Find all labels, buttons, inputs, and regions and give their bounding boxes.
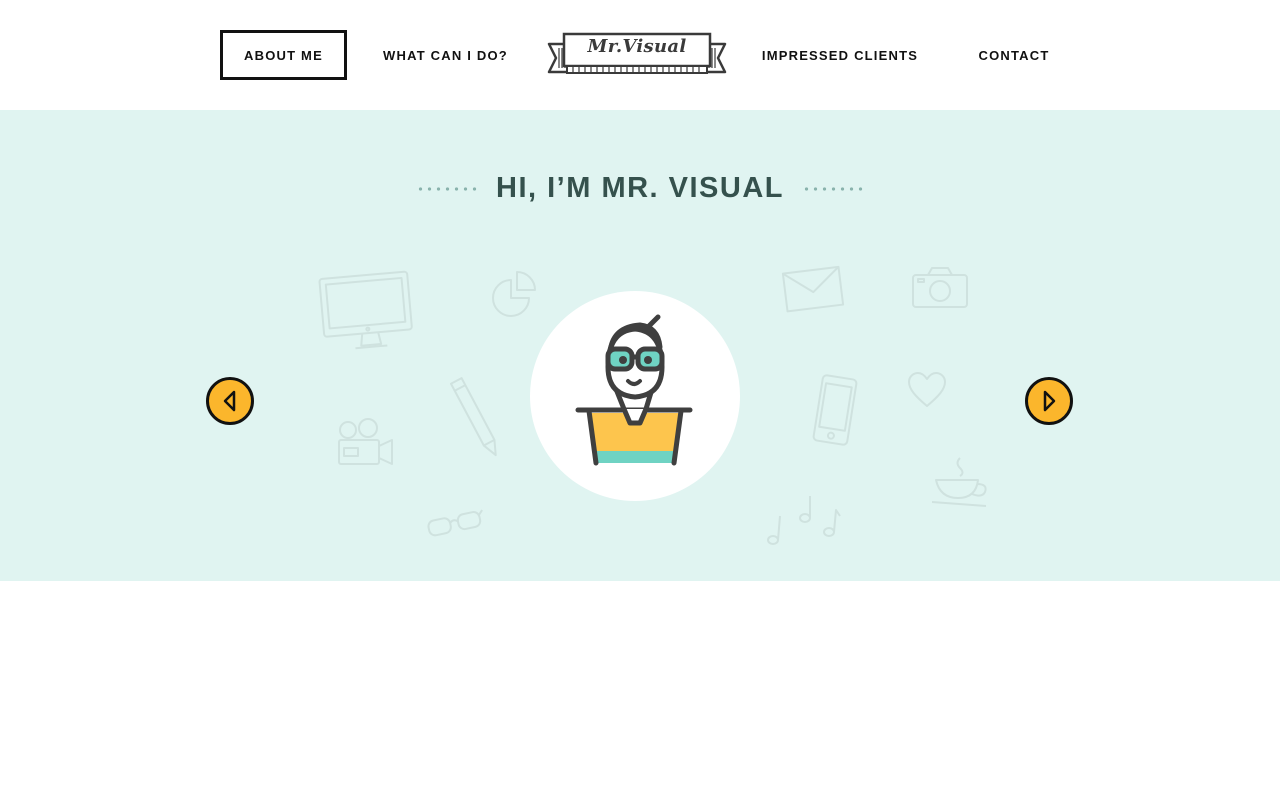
page-content-area [0, 581, 1280, 800]
coffee-cup-icon [928, 454, 992, 510]
nerd-avatar-icon [575, 314, 693, 466]
camera-icon [910, 265, 970, 311]
music-notes-icon [764, 494, 846, 550]
smartphone-icon [806, 372, 864, 448]
envelope-icon [781, 262, 847, 316]
nav-contact[interactable]: CONTACT [960, 30, 1068, 80]
monitor-icon [318, 265, 418, 351]
nav-what-can-i-do[interactable]: WHAT CAN I DO? [368, 30, 523, 80]
dotted-divider-left [416, 186, 478, 191]
dotted-divider-right [802, 186, 864, 191]
chevron-left-icon [223, 390, 236, 412]
video-camera-icon [334, 416, 396, 468]
hero-title: HI, I’M MR. VISUAL [496, 172, 784, 204]
avatar [530, 291, 740, 501]
pencil-icon [448, 372, 504, 464]
next-slide-button[interactable] [1025, 377, 1073, 425]
prev-slide-button[interactable] [206, 377, 254, 425]
hero-section: HI, I’M MR. VISUAL [0, 110, 1280, 581]
glasses-icon [424, 502, 486, 542]
top-navigation: ABOUT ME WHAT CAN I DO? Mr.Visual IMPRES… [0, 0, 1280, 110]
nav-about-me[interactable]: ABOUT ME [220, 30, 347, 80]
nav-impressed-clients[interactable]: IMPRESSED CLIENTS [750, 30, 930, 80]
logo-text: Mr.Visual [587, 36, 687, 57]
heart-icon [906, 370, 948, 410]
chevron-right-icon [1043, 390, 1056, 412]
logo[interactable]: Mr.Visual [547, 32, 727, 76]
hero-heading: HI, I’M MR. VISUAL [0, 172, 1280, 205]
